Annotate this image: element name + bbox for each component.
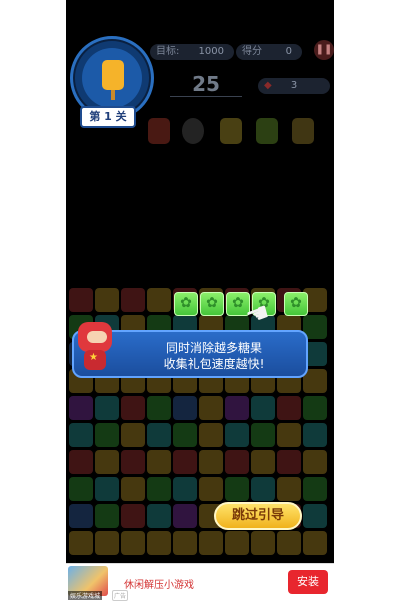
board-cell[interactable] xyxy=(199,396,223,420)
moves-divider xyxy=(170,96,242,97)
board-cell[interactable] xyxy=(69,450,93,474)
moves-remaining: 25 xyxy=(192,72,220,96)
board-cell[interactable] xyxy=(173,504,197,528)
board-cell[interactable] xyxy=(69,477,93,501)
board-cell[interactable] xyxy=(121,396,145,420)
diamond-icon: ◆ xyxy=(264,80,272,91)
hero-character: ★ xyxy=(76,322,114,374)
board-cell[interactable] xyxy=(277,477,301,501)
board-cell[interactable] xyxy=(251,531,275,555)
board-cell[interactable] xyxy=(121,477,145,501)
powerup-hammer-icon[interactable] xyxy=(292,118,314,144)
board-cell[interactable] xyxy=(95,423,119,447)
board-cell[interactable] xyxy=(173,423,197,447)
board-cell[interactable] xyxy=(95,396,119,420)
board-cell[interactable] xyxy=(121,504,145,528)
board-cell[interactable] xyxy=(251,477,275,501)
board-cell[interactable] xyxy=(251,423,275,447)
board-cell[interactable] xyxy=(147,450,171,474)
board-cell[interactable] xyxy=(199,450,223,474)
gem-value: 3 xyxy=(290,80,298,91)
current-score: 得分 0 xyxy=(236,44,302,60)
board-cell[interactable] xyxy=(147,423,171,447)
level-badge: 第 1 关 xyxy=(80,106,136,128)
board-cell[interactable] xyxy=(225,450,249,474)
pause-icon: ❚❚ xyxy=(315,44,333,55)
powerup-jar-icon[interactable] xyxy=(148,118,170,144)
board-cell[interactable] xyxy=(69,531,93,555)
board-cell[interactable] xyxy=(173,396,197,420)
ad-banner[interactable]: 娱乐游戏城 广告 休闲解压小游戏 安装 xyxy=(66,563,334,601)
board-cell[interactable] xyxy=(121,288,145,312)
powerup-star-icon[interactable] xyxy=(220,118,242,144)
board-cell[interactable] xyxy=(225,423,249,447)
candy-green[interactable] xyxy=(174,292,198,316)
board-cell[interactable] xyxy=(95,450,119,474)
board-cell[interactable] xyxy=(95,531,119,555)
target-value: 1000 xyxy=(198,46,224,57)
board-cell[interactable] xyxy=(147,531,171,555)
board-cell[interactable] xyxy=(69,288,93,312)
board-cell[interactable] xyxy=(173,477,197,501)
board-cell[interactable] xyxy=(225,396,249,420)
board-cell[interactable] xyxy=(251,396,275,420)
board-cell[interactable] xyxy=(147,504,171,528)
board-cell[interactable] xyxy=(147,477,171,501)
board-cell[interactable] xyxy=(225,531,249,555)
pause-button[interactable]: ❚❚ xyxy=(314,40,334,60)
board-cell[interactable] xyxy=(95,477,119,501)
board-cell[interactable] xyxy=(303,531,327,555)
powerup-bar xyxy=(142,118,332,146)
board-cell[interactable] xyxy=(95,288,119,312)
candy-green[interactable] xyxy=(200,292,224,316)
board-cell[interactable] xyxy=(199,423,223,447)
board-cell[interactable] xyxy=(303,504,327,528)
board-cell[interactable] xyxy=(199,477,223,501)
board-cell[interactable] xyxy=(147,288,171,312)
board-cell[interactable] xyxy=(121,450,145,474)
candy-green[interactable] xyxy=(284,292,308,316)
board-cell[interactable] xyxy=(173,531,197,555)
board-cell[interactable] xyxy=(303,423,327,447)
install-button[interactable]: 安装 xyxy=(288,570,328,594)
gem-counter: ◆ 3 xyxy=(258,78,330,94)
board-cell[interactable] xyxy=(303,477,327,501)
star-icon: ★ xyxy=(89,352,98,363)
tutorial-message: 同时消除越多糖果 收集礼包速度越快! xyxy=(163,341,265,371)
board-cell[interactable] xyxy=(225,477,249,501)
board-cell[interactable] xyxy=(95,504,119,528)
board-cell[interactable] xyxy=(147,396,171,420)
board-cell[interactable] xyxy=(69,396,93,420)
ad-tag: 广告 xyxy=(112,590,129,601)
target-score: 目标: 1000 xyxy=(150,44,234,60)
skip-tutorial-button[interactable]: 跳过引导 xyxy=(214,502,302,530)
ad-brand: 娱乐游戏城 xyxy=(68,591,103,600)
board-cell[interactable] xyxy=(173,450,197,474)
score-label: 得分 xyxy=(242,46,262,57)
board-cell[interactable] xyxy=(121,423,145,447)
powerup-bomb-icon[interactable] xyxy=(182,118,204,144)
board-cell[interactable] xyxy=(69,423,93,447)
board-cell[interactable] xyxy=(251,450,275,474)
game-screen: 第 1 关 目标: 1000 得分 0 ❚❚ 25 ◆ 3 ☚ 同时消除越多糖果… xyxy=(66,0,334,600)
board-cell[interactable] xyxy=(199,531,223,555)
board-cell[interactable] xyxy=(277,450,301,474)
board-cell[interactable] xyxy=(303,396,327,420)
board-cell[interactable] xyxy=(121,531,145,555)
board-cell[interactable] xyxy=(69,504,93,528)
powerup-wand-icon[interactable] xyxy=(256,118,278,144)
popsicle-mascot-icon xyxy=(102,60,124,100)
board-cell[interactable] xyxy=(277,531,301,555)
board-cell[interactable] xyxy=(277,423,301,447)
board-cell[interactable] xyxy=(277,396,301,420)
ad-title[interactable]: 休闲解压小游戏 xyxy=(124,576,194,591)
board-cell[interactable] xyxy=(303,450,327,474)
target-label: 目标: xyxy=(156,46,180,57)
score-value: 0 xyxy=(285,46,292,57)
